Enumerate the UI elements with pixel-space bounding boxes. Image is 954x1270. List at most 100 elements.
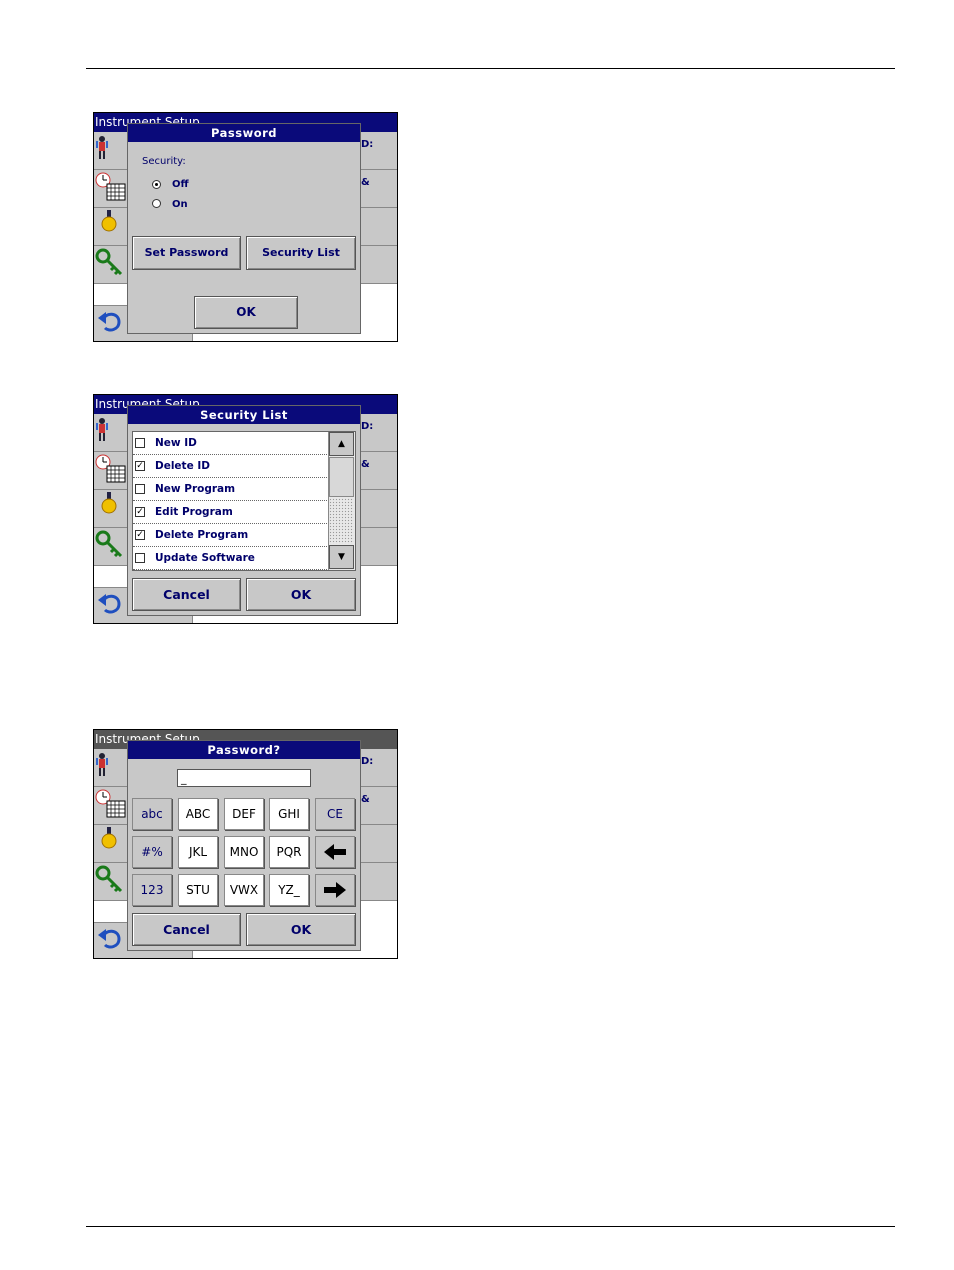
sidebar-clock-button[interactable]	[94, 452, 128, 490]
sidebar-key-button[interactable]	[94, 246, 128, 284]
checkbox[interactable]	[135, 438, 145, 448]
sidebar-clock-button[interactable]	[94, 170, 128, 208]
key-jkl[interactable]: JKL	[178, 836, 218, 868]
checkbox[interactable]: ✓	[135, 461, 145, 471]
bg-item: &	[360, 787, 397, 825]
list-item[interactable]: ✓ Delete Program	[133, 524, 329, 547]
scroll-thumb[interactable]	[329, 457, 354, 497]
bg-item	[360, 863, 397, 901]
bg-item: &	[360, 170, 397, 208]
security-list-button[interactable]: Security List	[246, 236, 356, 270]
scroll-track[interactable]	[329, 498, 354, 544]
left-arrow-icon	[324, 844, 346, 860]
bg-item	[360, 528, 397, 566]
list-item[interactable]: ✓ Delete ID	[133, 455, 329, 478]
lamp-icon	[101, 827, 117, 849]
key-vwx[interactable]: VWX	[224, 874, 264, 906]
password-entry-screen: Instrument Setup D: & Password? _ abc AB…	[93, 729, 398, 959]
sidebar-person-button[interactable]	[94, 414, 128, 452]
list-item-label: Edit Program	[155, 506, 233, 518]
bg-item	[360, 208, 397, 246]
list-item-label: Update Software	[155, 552, 255, 564]
key-right[interactable]	[315, 874, 355, 906]
lamp-icon	[101, 210, 117, 232]
person-icon	[96, 418, 108, 441]
key-ghi[interactable]: GHI	[269, 798, 309, 830]
cancel-button[interactable]: Cancel	[132, 913, 241, 946]
ok-button[interactable]: OK	[246, 578, 356, 611]
list-item[interactable]: New ID	[133, 432, 329, 455]
top-rule	[86, 68, 895, 69]
bg-item: &	[360, 452, 397, 490]
bottom-rule	[86, 1226, 895, 1227]
sidebar-lamp-button[interactable]	[94, 490, 128, 528]
key-icon	[95, 248, 123, 276]
bg-item: D:	[360, 132, 397, 170]
bg-item: D:	[360, 749, 397, 787]
key-backspace[interactable]	[315, 836, 355, 868]
lamp-icon	[101, 492, 117, 514]
sidebar-lamp-button[interactable]	[94, 208, 128, 246]
set-password-button[interactable]: Set Password	[132, 236, 241, 270]
list-item[interactable]: Update Software	[133, 547, 329, 570]
security-on-radio[interactable]	[152, 199, 161, 208]
dialog-title: Security List	[128, 406, 360, 424]
ok-button[interactable]: OK	[246, 913, 356, 946]
key-numeric[interactable]: 123	[132, 874, 172, 906]
checkbox[interactable]	[135, 553, 145, 563]
password-input[interactable]: _	[177, 769, 311, 787]
key-icon	[95, 530, 123, 558]
security-on-label: On	[172, 199, 188, 210]
checkbox[interactable]: ✓	[135, 530, 145, 540]
back-arrow-icon	[98, 929, 121, 949]
ok-button[interactable]: OK	[194, 296, 298, 329]
scrollbar[interactable]: ▲ ▼	[328, 432, 355, 570]
key-abc[interactable]: abc	[132, 798, 172, 830]
key-stu[interactable]: STU	[178, 874, 218, 906]
key-def[interactable]: DEF	[224, 798, 264, 830]
security-label: Security:	[142, 156, 186, 167]
checkbox[interactable]	[135, 484, 145, 494]
password-dialog: Password Security: Off On Set Password S…	[127, 123, 361, 334]
clock-calendar-icon	[95, 172, 126, 201]
clock-calendar-icon	[95, 454, 126, 483]
dialog-title: Password?	[128, 741, 360, 759]
security-list: New ID ✓ Delete ID New Program ✓ Edit Pr…	[132, 431, 356, 571]
sidebar-key-button[interactable]	[94, 528, 128, 566]
security-list-dialog: Security List New ID ✓ Delete ID New Pro…	[127, 405, 361, 616]
key-mno[interactable]: MNO	[224, 836, 264, 868]
password-screen: Instrument Setup D: & Password Security:…	[93, 112, 398, 342]
scroll-up-button[interactable]: ▲	[329, 432, 354, 456]
bg-item	[360, 825, 397, 863]
cancel-button[interactable]: Cancel	[132, 578, 241, 611]
sidebar-clock-button[interactable]	[94, 787, 128, 825]
sidebar-person-button[interactable]	[94, 749, 128, 787]
key-ce[interactable]: CE	[315, 798, 355, 830]
list-item[interactable]: New Program	[133, 478, 329, 501]
back-arrow-icon	[98, 594, 121, 614]
scroll-down-button[interactable]: ▼	[329, 545, 354, 569]
list-item[interactable]: ✓ Edit Program	[133, 501, 329, 524]
password-entry-dialog: Password? _ abc ABC DEF GHI CE #% JKL MN…	[127, 740, 361, 951]
list-item-label: Delete ID	[155, 460, 210, 472]
right-arrow-icon	[324, 882, 346, 898]
list-item-label: Delete Program	[155, 529, 249, 541]
list-item-label: New ID	[155, 437, 197, 449]
bg-item: D:	[360, 414, 397, 452]
bg-item	[360, 246, 397, 284]
person-icon	[96, 136, 108, 159]
bg-item	[360, 490, 397, 528]
sidebar-person-button[interactable]	[94, 132, 128, 170]
list-item-label: New Program	[155, 483, 236, 495]
checkbox[interactable]: ✓	[135, 507, 145, 517]
key-pqr[interactable]: PQR	[269, 836, 309, 868]
key-abc-upper[interactable]: ABC	[178, 798, 218, 830]
key-symbols[interactable]: #%	[132, 836, 172, 868]
security-off-radio[interactable]	[152, 180, 161, 189]
security-list-screen: Instrument Setup D: & Security List New …	[93, 394, 398, 624]
key-yz[interactable]: YZ_	[269, 874, 309, 906]
sidebar-key-button[interactable]	[94, 863, 128, 901]
dialog-title: Password	[128, 124, 360, 142]
clock-calendar-icon	[95, 789, 126, 818]
sidebar-lamp-button[interactable]	[94, 825, 128, 863]
